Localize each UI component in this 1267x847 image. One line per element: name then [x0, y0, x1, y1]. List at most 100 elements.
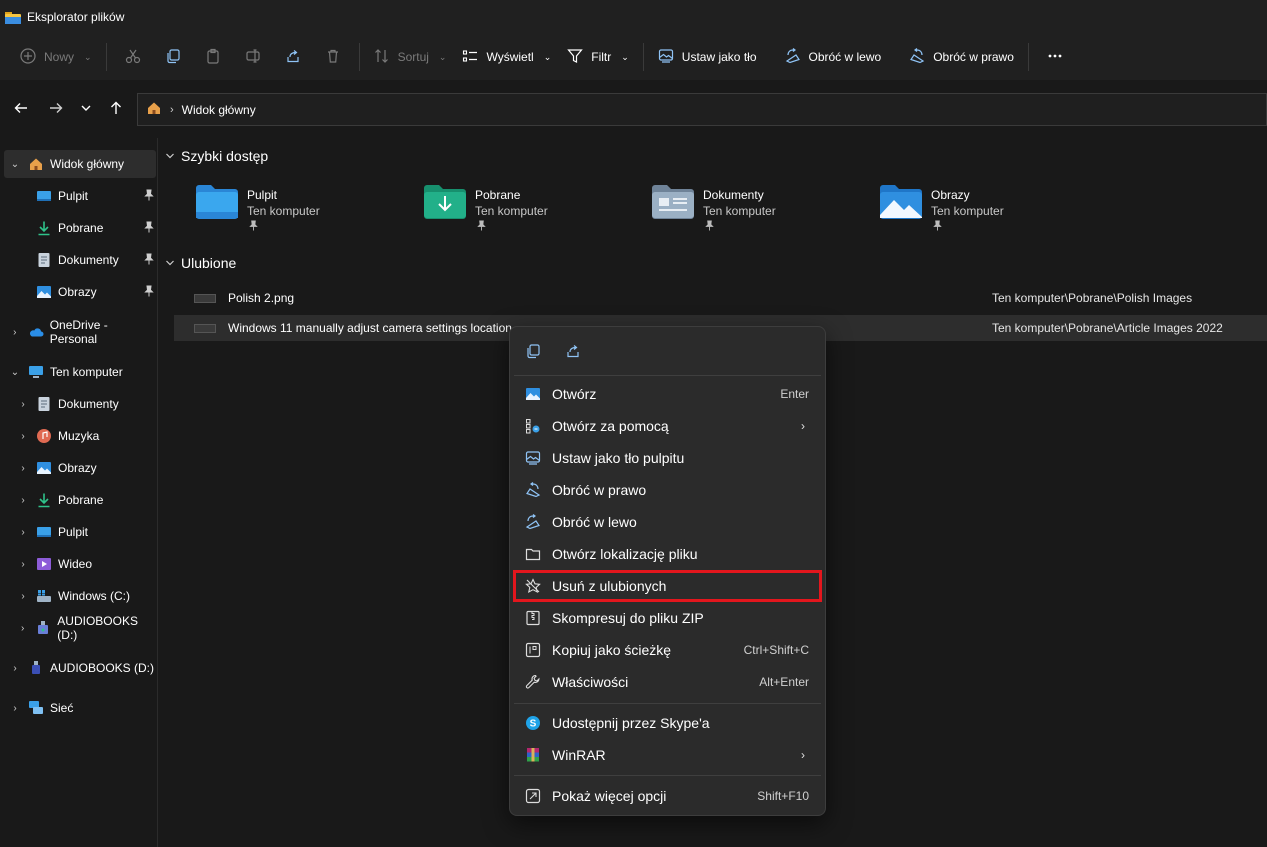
computer-icon	[28, 364, 44, 380]
shortcut-hint: Alt+Enter	[759, 675, 809, 689]
menu-item-copy-as-path[interactable]: Kopiuj jako ścieżkę Ctrl+Shift+C	[514, 635, 821, 665]
address-bar[interactable]: › Widok główny	[137, 93, 1267, 126]
view-button[interactable]: Wyświetl ⌄	[454, 41, 559, 73]
tile-location: Ten komputer	[931, 204, 1004, 218]
pin-icon	[477, 220, 486, 234]
menu-item-open-with[interactable]: Otwórz za pomocą ›	[514, 411, 821, 441]
menu-item-open-file-location[interactable]: Otwórz lokalizację pliku	[514, 539, 821, 569]
sidebar-item-pulpit-pinned[interactable]: Pulpit	[4, 182, 156, 210]
back-button[interactable]	[9, 97, 33, 121]
quick-access-tile-pobrane[interactable]: Pobrane Ten komputer	[387, 182, 607, 232]
sidebar-item-obrazy[interactable]: › Obrazy	[12, 454, 156, 482]
menu-item-winrar[interactable]: WinRAR ›	[514, 740, 821, 770]
menu-item-share-skype[interactable]: S Udostępnij przez Skype'a	[514, 708, 821, 738]
image-thumbnail	[194, 293, 216, 303]
menu-item-label: Otwórz lokalizację pliku	[552, 546, 698, 562]
filter-button[interactable]: Filtr ⌄	[559, 41, 637, 73]
sidebar-item-audiobooks-d-root[interactable]: › AUDIOBOOKS (D:)	[4, 654, 156, 682]
copy-icon	[165, 48, 181, 67]
menu-item-label: Obróć w lewo	[552, 514, 637, 530]
svg-text:S: S	[530, 719, 537, 730]
favorites-header[interactable]: Ulubione	[165, 255, 236, 271]
menu-item-remove-from-favorites[interactable]: Usuń z ulubionych	[513, 570, 822, 602]
rename-button[interactable]	[237, 41, 269, 73]
cut-button[interactable]	[117, 41, 149, 73]
sidebar-item-muzyka[interactable]: › Muzyka	[12, 422, 156, 450]
video-icon	[36, 556, 52, 572]
filter-label: Filtr	[591, 50, 612, 64]
collapsed-chevron-icon[interactable]: ›	[8, 703, 22, 714]
menu-item-rotate-right[interactable]: Obróć w prawo	[514, 475, 821, 505]
expanded-chevron-icon[interactable]: ⌄	[8, 159, 22, 170]
recent-locations-button[interactable]	[74, 97, 98, 121]
list-item[interactable]: Polish 2.png Ten komputer\Pobrane\Polish…	[174, 285, 1267, 311]
sidebar-item-obrazy-pinned[interactable]: Obrazy	[4, 278, 156, 306]
set-as-background-button[interactable]: Ustaw jako tło	[650, 41, 765, 73]
collapsed-chevron-icon[interactable]: ›	[16, 431, 30, 442]
toolbar-divider	[358, 43, 360, 71]
share-button[interactable]	[560, 339, 586, 365]
collapsed-chevron-icon[interactable]: ›	[8, 663, 22, 674]
more-button[interactable]	[1039, 41, 1071, 73]
sidebar-item-home[interactable]: ⌄ Widok główny	[4, 150, 156, 178]
menu-item-open[interactable]: Otwórz Enter	[514, 379, 821, 409]
copy-button[interactable]	[157, 41, 189, 73]
collapsed-chevron-icon[interactable]: ›	[16, 591, 30, 602]
menu-item-set-desktop-background[interactable]: Ustaw jako tło pulpitu	[514, 443, 821, 473]
winrar-icon	[524, 746, 542, 764]
sidebar-item-windows-c[interactable]: › Windows (C:)	[12, 582, 156, 610]
sidebar-item-dokumenty[interactable]: › Dokumenty	[12, 390, 156, 418]
rotate-left-button[interactable]: Obróć w lewo	[777, 41, 890, 73]
sidebar-item-audiobooks-d[interactable]: › AUDIOBOOKS (D:)	[12, 614, 156, 642]
chevron-down-icon	[165, 255, 175, 271]
delete-button[interactable]	[317, 41, 349, 73]
quick-access-tile-pulpit[interactable]: Pulpit Ten komputer	[159, 182, 379, 232]
breadcrumb-home[interactable]: Widok główny	[182, 103, 256, 117]
quick-access-tile-obrazy[interactable]: Obrazy Ten komputer	[843, 182, 1063, 232]
pin-icon	[144, 285, 154, 300]
sidebar-item-label: AUDIOBOOKS (D:)	[57, 614, 138, 642]
sidebar-item-network[interactable]: › Sieć	[4, 694, 156, 722]
collapsed-chevron-icon[interactable]: ›	[16, 623, 29, 634]
window-title: Eksplorator plików	[27, 10, 125, 24]
menu-item-show-more-options[interactable]: Pokaż więcej opcji Shift+F10	[514, 781, 821, 811]
menu-item-properties[interactable]: Właściwości Alt+Enter	[514, 667, 821, 697]
new-button[interactable]: Nowy ⌄	[12, 41, 100, 73]
sort-icon	[374, 48, 390, 67]
expanded-chevron-icon[interactable]: ⌄	[8, 367, 22, 378]
menu-item-compress-zip[interactable]: Skompresuj do pliku ZIP	[514, 603, 821, 633]
chevron-down-icon: ⌄	[543, 51, 552, 62]
toolbar-divider	[642, 43, 644, 71]
tile-name: Pobrane	[475, 188, 521, 202]
rotate-left-label: Obróć w lewo	[808, 50, 882, 64]
sidebar-item-onedrive[interactable]: › OneDrive - Personal	[4, 318, 156, 346]
quick-access-tile-dokumenty[interactable]: Dokumenty Ten komputer	[615, 182, 835, 232]
sidebar-item-dokumenty-pinned[interactable]: Dokumenty	[4, 246, 156, 274]
copy-button[interactable]	[520, 339, 546, 365]
share-button[interactable]	[277, 41, 309, 73]
paste-button[interactable]	[197, 41, 229, 73]
menu-item-rotate-left[interactable]: Obróć w lewo	[514, 507, 821, 537]
music-icon	[36, 428, 52, 444]
tile-name: Dokumenty	[703, 188, 764, 202]
sidebar-item-pulpit[interactable]: › Pulpit	[12, 518, 156, 546]
forward-button[interactable]	[44, 97, 68, 121]
collapsed-chevron-icon[interactable]: ›	[16, 463, 30, 474]
rotate-right-button[interactable]: Obróć w prawo	[901, 41, 1022, 73]
collapsed-chevron-icon[interactable]: ›	[16, 527, 30, 538]
sort-button[interactable]: Sortuj ⌄	[366, 41, 455, 73]
toolbar-divider	[1027, 43, 1029, 71]
menu-item-label: Ustaw jako tło pulpitu	[552, 450, 685, 466]
sidebar-item-this-pc[interactable]: ⌄ Ten komputer	[4, 358, 156, 386]
collapsed-chevron-icon[interactable]: ›	[16, 495, 30, 506]
collapsed-chevron-icon[interactable]: ›	[16, 399, 30, 410]
quick-access-header[interactable]: Szybki dostęp	[165, 148, 268, 164]
menu-item-label: Udostępnij przez Skype'a	[552, 715, 710, 731]
sidebar-item-wideo[interactable]: › Wideo	[12, 550, 156, 578]
collapsed-chevron-icon[interactable]: ›	[16, 559, 30, 570]
up-button[interactable]	[104, 97, 128, 121]
network-icon	[28, 700, 44, 716]
sidebar-item-pobrane-pinned[interactable]: Pobrane	[4, 214, 156, 242]
collapsed-chevron-icon[interactable]: ›	[8, 327, 22, 338]
sidebar-item-pobrane[interactable]: › Pobrane	[12, 486, 156, 514]
